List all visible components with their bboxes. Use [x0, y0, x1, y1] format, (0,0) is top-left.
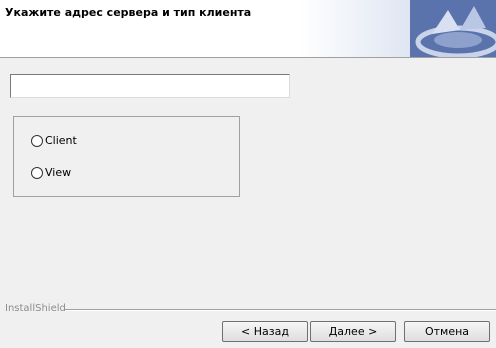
radio-view-label: View [45, 166, 72, 179]
installshield-brand: InstallShield [5, 303, 66, 314]
page-title: Укажите адрес сервера и тип клиента [5, 6, 252, 19]
next-button[interactable]: Далее > [310, 321, 396, 342]
footer-divider [65, 309, 496, 311]
back-button[interactable]: < Назад [222, 321, 308, 342]
wizard-header: Укажите адрес сервера и тип клиента [0, 0, 496, 58]
radio-view[interactable]: View [31, 166, 71, 179]
radio-client[interactable]: Client [31, 134, 77, 147]
radio-client-label: Client [45, 134, 77, 147]
cancel-button[interactable]: Отмена [404, 321, 490, 342]
client-type-group: Client View [13, 116, 240, 197]
installshield-logo-icon [410, 0, 496, 57]
radio-button-icon[interactable] [31, 134, 43, 147]
header-gradient [300, 0, 410, 57]
radio-button-icon[interactable] [31, 166, 43, 179]
server-address-input[interactable] [10, 74, 290, 98]
